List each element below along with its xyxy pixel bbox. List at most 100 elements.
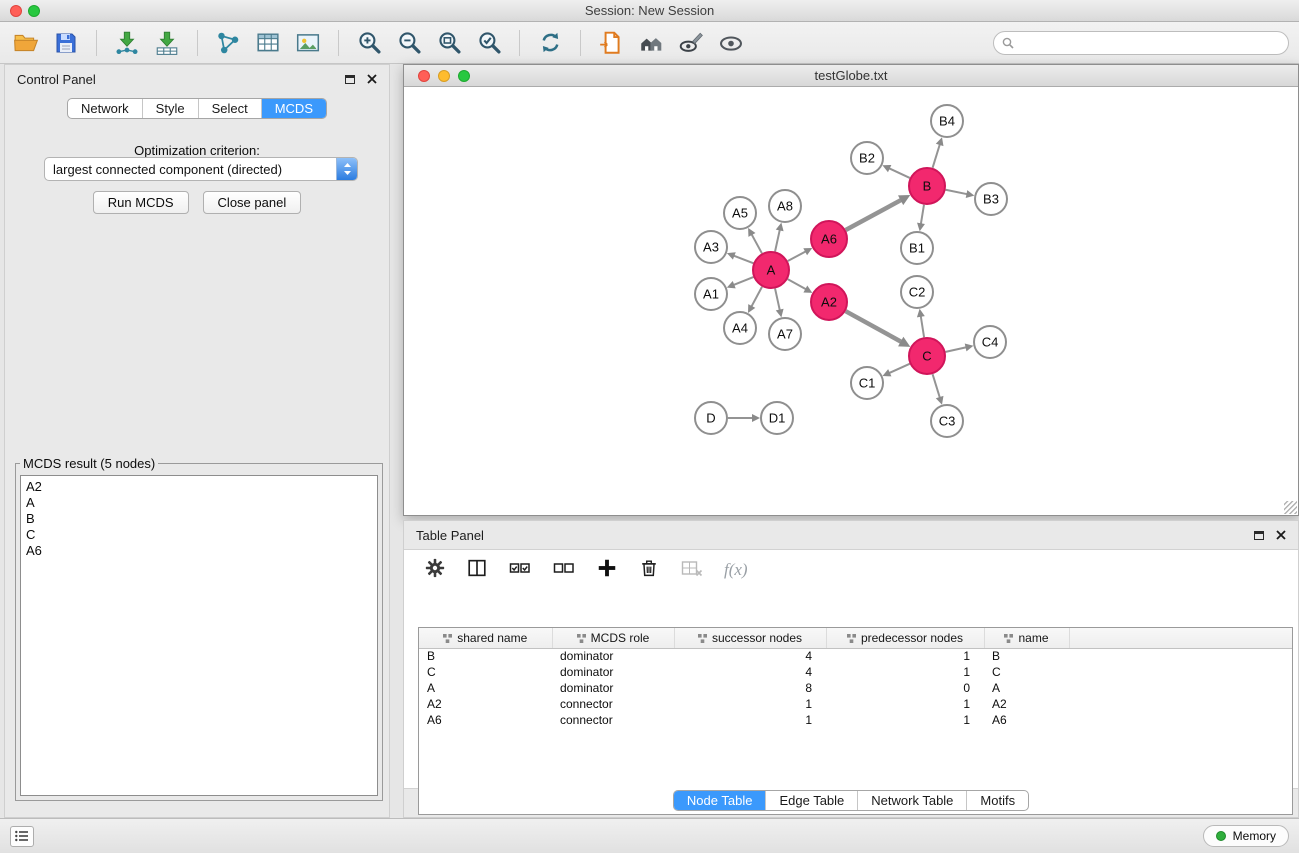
graph-node-A[interactable]: A	[753, 252, 789, 288]
graph-node-C4[interactable]: C4	[974, 326, 1006, 358]
cell-successor-nodes[interactable]: 1	[674, 696, 826, 712]
table-row[interactable]: Adominator80A	[419, 680, 1292, 696]
graph-node-B4[interactable]: B4	[931, 105, 963, 137]
graph-edge-A-A6[interactable]	[788, 248, 812, 261]
add-column-button[interactable]	[596, 557, 618, 584]
table-row[interactable]: Cdominator41C	[419, 664, 1292, 680]
graph-node-D[interactable]: D	[695, 402, 727, 434]
cell-name[interactable]: B	[984, 648, 1069, 664]
save-session-button[interactable]	[50, 27, 82, 59]
open-session-button[interactable]	[10, 27, 42, 59]
cell-successor-nodes[interactable]: 4	[674, 664, 826, 680]
export-image-button[interactable]	[292, 27, 324, 59]
optimization-criterion-select[interactable]: largest connected component (directed)	[44, 157, 358, 181]
table-row[interactable]: Bdominator41B	[419, 648, 1292, 664]
graph-edge-A-A1[interactable]	[727, 277, 754, 288]
graph-node-D1[interactable]: D1	[761, 402, 793, 434]
run-mcds-button[interactable]: Run MCDS	[93, 191, 189, 214]
graph-edge-C-C3[interactable]	[933, 374, 944, 405]
close-panel-button[interactable]: Close panel	[203, 191, 302, 214]
graph-edge-A-A3[interactable]	[727, 252, 753, 263]
cell-successor-nodes[interactable]: 1	[674, 712, 826, 728]
graph-node-A6[interactable]: A6	[811, 221, 847, 257]
column-header-shared-name[interactable]: shared name	[419, 628, 552, 648]
graph-node-A2[interactable]: A2	[811, 284, 847, 320]
zoom-selected-button[interactable]	[473, 27, 505, 59]
cell-predecessor-nodes[interactable]: 1	[826, 648, 984, 664]
tab-node-table[interactable]: Node Table	[674, 791, 767, 810]
graph-edge-A6-B[interactable]	[846, 195, 911, 230]
graph-edge-B-B3[interactable]	[946, 190, 975, 198]
cell-predecessor-nodes[interactable]: 1	[826, 664, 984, 680]
cell-name[interactable]: C	[984, 664, 1069, 680]
float-table-panel-icon[interactable]	[1254, 531, 1264, 540]
select-all-button[interactable]	[508, 556, 532, 585]
zoom-traffic-light[interactable]	[28, 5, 40, 17]
cell-mcds-role[interactable]: dominator	[552, 664, 674, 680]
graph-node-A8[interactable]: A8	[769, 190, 801, 222]
cell-successor-nodes[interactable]: 8	[674, 680, 826, 696]
graph-edge-A-A4[interactable]	[748, 287, 762, 313]
network-close-traffic-light[interactable]	[418, 70, 430, 82]
tab-mcds[interactable]: MCDS	[262, 99, 326, 118]
graph-node-C2[interactable]: C2	[901, 276, 933, 308]
tab-style[interactable]: Style	[143, 99, 199, 118]
cell-name[interactable]: A6	[984, 712, 1069, 728]
graph-edge-B-B1[interactable]	[917, 205, 925, 231]
zoom-in-button[interactable]	[353, 27, 385, 59]
show-hide-button[interactable]	[715, 27, 747, 59]
graph-node-A5[interactable]: A5	[724, 197, 756, 229]
home-button[interactable]	[635, 27, 667, 59]
mcds-result-item[interactable]: B	[26, 511, 372, 527]
graph-node-A3[interactable]: A3	[695, 231, 727, 263]
table-row[interactable]: A2connector11A2	[419, 696, 1292, 712]
cell-shared-name[interactable]: A6	[419, 712, 552, 728]
import-table-button[interactable]	[151, 27, 183, 59]
close-table-panel-icon[interactable]	[1276, 530, 1286, 540]
graph-node-C[interactable]: C	[909, 338, 945, 374]
graph-node-C1[interactable]: C1	[851, 367, 883, 399]
cell-name[interactable]: A2	[984, 696, 1069, 712]
cell-shared-name[interactable]: C	[419, 664, 552, 680]
network-graph[interactable]: B4B2BB3A8A5A6A3B1AC2A1A2A4A7C4CC1DD1C3	[404, 87, 1298, 515]
tab-network[interactable]: Network	[68, 99, 143, 118]
cell-shared-name[interactable]: B	[419, 648, 552, 664]
float-panel-icon[interactable]	[345, 75, 355, 84]
open-document-button[interactable]	[595, 27, 627, 59]
graph-node-B2[interactable]: B2	[851, 142, 883, 174]
graph-edge-A-A5[interactable]	[748, 228, 762, 253]
tab-edge-table[interactable]: Edge Table	[766, 791, 858, 810]
graph-edge-C-C1[interactable]	[883, 364, 910, 377]
cell-shared-name[interactable]: A2	[419, 696, 552, 712]
new-table-button[interactable]	[252, 27, 284, 59]
graph-edge-C-C4[interactable]	[946, 344, 974, 352]
graph-edge-C-C2[interactable]	[917, 309, 925, 337]
cell-mcds-role[interactable]: dominator	[552, 680, 674, 696]
close-traffic-light[interactable]	[10, 5, 22, 17]
graph-edge-B-B4[interactable]	[933, 137, 944, 168]
mcds-result-item[interactable]: A6	[26, 543, 372, 559]
cell-predecessor-nodes[interactable]: 0	[826, 680, 984, 696]
network-window-titlebar[interactable]: testGlobe.txt	[404, 65, 1298, 87]
zoom-out-button[interactable]	[393, 27, 425, 59]
search-input[interactable]	[1019, 36, 1280, 50]
cell-mcds-role[interactable]: dominator	[552, 648, 674, 664]
tab-network-table[interactable]: Network Table	[858, 791, 967, 810]
mcds-result-list[interactable]: A2ABCA6	[20, 475, 378, 796]
column-header-predecessor-nodes[interactable]: predecessor nodes	[826, 628, 984, 648]
new-network-button[interactable]	[212, 27, 244, 59]
table-settings-button[interactable]	[424, 557, 446, 584]
delete-column-button[interactable]	[638, 557, 660, 584]
cell-mcds-role[interactable]: connector	[552, 712, 674, 728]
close-panel-icon[interactable]	[367, 74, 377, 84]
network-zoom-traffic-light[interactable]	[458, 70, 470, 82]
tab-motifs[interactable]: Motifs	[967, 791, 1028, 810]
graph-node-A4[interactable]: A4	[724, 312, 756, 344]
table-row[interactable]: A6connector11A6	[419, 712, 1292, 728]
network-minimize-traffic-light[interactable]	[438, 70, 450, 82]
graph-edge-A2-C[interactable]	[846, 311, 911, 347]
tab-select[interactable]: Select	[199, 99, 262, 118]
mcds-result-item[interactable]: A2	[26, 479, 372, 495]
task-history-button[interactable]	[10, 826, 34, 847]
cell-shared-name[interactable]: A	[419, 680, 552, 696]
